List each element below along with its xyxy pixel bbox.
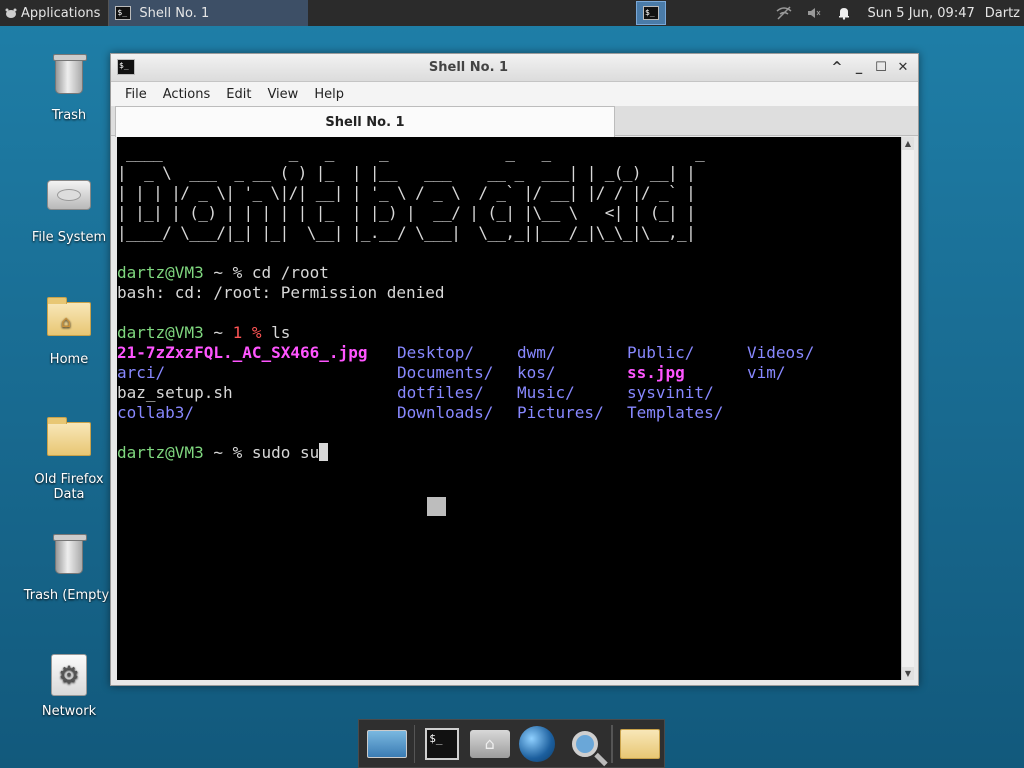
dock-separator [413,724,416,763]
notification-bell-icon[interactable] [835,5,853,21]
ls-entry: arci/ [117,363,166,382]
desktop-icon-trash[interactable]: Trash [21,52,117,123]
network-gear-icon: ⚙ [47,654,91,700]
xfce-mouse-icon [5,8,17,18]
dock-terminal[interactable]: $_ [418,723,466,765]
trash-icon [47,534,91,584]
ls-entry: Pictures/ [517,403,604,422]
shade-button[interactable]: ^ [826,57,848,79]
menu-file[interactable]: File [117,87,155,102]
desktop-icon-label: Trash [51,108,87,123]
ls-entry: Documents/ [397,363,494,382]
prompt-line-2: dartz@VM3 ~ 1 % ls [117,323,291,342]
scroll-up-arrow-icon[interactable]: ▲ [902,137,914,150]
dock-file-manager[interactable]: ⌂ [466,723,514,765]
applications-label: Applications [21,5,101,21]
folder-icon [620,728,661,759]
ls-entry: vim/ [747,363,786,382]
window-titlebar[interactable]: $_ Shell No. 1 ^ _ ☐ ✕ [111,54,918,82]
ls-entry: collab3/ [117,403,195,422]
system-tray: Sun 5 Jun, 09:47 Dartz [769,0,1022,26]
terminal-scrollbar[interactable]: ▲ ▼ [901,137,914,680]
user-menu[interactable]: Dartz [985,6,1020,21]
globe-icon [519,725,556,762]
magnifier-icon [571,730,598,757]
mouse-pointer [427,497,446,516]
tab-shell-no-1[interactable]: Shell No. 1 [115,106,615,137]
terminal-icon: $_ [425,727,460,760]
ls-entry: baz_setup.sh [117,383,233,402]
hard-drive-icon [47,180,91,226]
terminal-window: $_ Shell No. 1 ^ _ ☐ ✕ File Actions Edit… [110,53,919,686]
show-desktop-icon [366,729,407,758]
volume-muted-icon[interactable] [805,5,823,21]
menu-actions[interactable]: Actions [155,87,219,102]
dock-web-browser[interactable] [513,723,561,765]
command-input[interactable]: sudo su [252,443,319,462]
exit-code: 1 [232,323,243,342]
desktop-icon-label: Home [49,352,89,367]
prompt-line-1: dartz@VM3 ~ % cd /root [117,263,329,282]
dock-show-desktop[interactable] [363,723,411,765]
top-panel: Applications $_ Shell No. 1 $_ Sun 5 Jun… [0,0,1024,26]
menu-edit[interactable]: Edit [218,87,259,102]
ls-entry: Desktop/ [397,343,475,362]
ls-entry: ss.jpg [627,363,685,382]
scroll-down-arrow-icon[interactable]: ▼ [902,667,914,680]
ls-entry: Videos/ [747,343,815,362]
desktop-icon-label: Trash (Empty) [23,588,115,603]
ls-entry: Public/ [627,343,695,362]
desktop-icon-label: File System [31,230,107,245]
dock-folder[interactable] [616,723,664,765]
workspace-switcher[interactable]: $_ [636,1,666,25]
trash-icon [47,54,91,104]
ls-output: 21-7zZxzFQL._AC_SX466_.jpg arci/ baz_set… [117,343,901,423]
ls-entry: kos/ [517,363,556,382]
ls-entry: Downloads/ [397,403,494,422]
text-cursor [319,443,329,461]
terminal-icon: $_ [117,59,135,75]
menubar: File Actions Edit View Help [111,82,918,106]
network-disconnected-icon[interactable] [775,5,793,21]
error-message: bash: cd: /root: Permission denied [117,283,445,302]
tab-bar: Shell No. 1 [111,106,918,137]
applications-menu[interactable]: Applications [0,0,104,26]
ls-entry: dotfiles/ [397,383,484,402]
window-title: Shell No. 1 [428,60,509,75]
desktop-icon-trash-empty[interactable]: Trash (Empty) [21,532,117,603]
ascii-banner: ____ _ _ _ _ _ _ | _ \ ___ _ __ ( ) |_ |… [117,143,705,242]
dock: $_ ⌂ [358,719,665,768]
terminal-icon: $_ [115,6,132,20]
command-text: ls [271,323,291,342]
desktop-icon-home[interactable]: ⌂ Home [21,292,117,367]
clock[interactable]: Sun 5 Jun, 09:47 [867,6,974,21]
maximize-button[interactable]: ☐ [870,57,892,79]
menu-view[interactable]: View [259,87,306,102]
desktop-icon-old-firefox-data[interactable]: Old Firefox Data [21,412,117,502]
taskbar-item-shell[interactable]: $_ Shell No. 1 [108,0,309,26]
minimize-button[interactable]: _ [848,57,870,79]
command-text: cd /root [251,263,329,282]
dock-separator [611,724,614,763]
terminal-icon: $_ [643,6,659,20]
terminal-output[interactable]: ____ _ _ _ _ _ _ | _ \ ___ _ __ ( ) |_ |… [117,137,901,680]
menu-help[interactable]: Help [306,87,352,102]
ls-entry: dwm/ [517,343,556,362]
dock-app-finder[interactable] [561,723,609,765]
desktop-icon-file-system[interactable]: File System [21,172,117,245]
ls-entry: sysvinit/ [627,383,714,402]
ls-entry: Templates/ [627,403,724,422]
desktop-icon-network[interactable]: ⚙ Network [21,652,117,719]
close-button[interactable]: ✕ [892,57,914,79]
ls-entry: Music/ [517,383,575,402]
home-folder-icon: ⌂ [47,297,91,348]
desktop-icon-label: Network [41,704,97,719]
ls-entry: 21-7zZxzFQL._AC_SX466_.jpg [117,343,368,362]
desktop-icon-label: Old Firefox Data [34,472,104,502]
prompt-line-3: dartz@VM3 ~ % sudo su [117,443,901,463]
home-folder-icon: ⌂ [469,729,510,758]
taskbar-item-label: Shell No. 1 [139,5,210,21]
folder-icon [47,417,91,468]
